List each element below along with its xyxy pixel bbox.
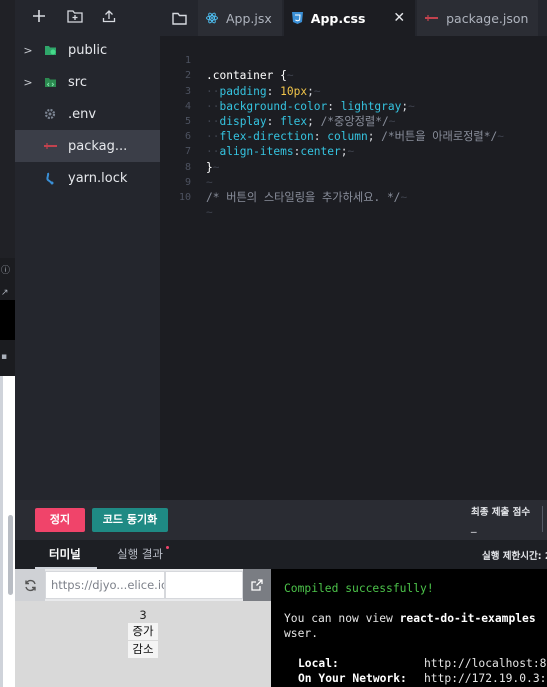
tree-item-package-json[interactable]: packag... [15,130,160,162]
scrollbar-thumb[interactable] [8,515,13,595]
stop-button[interactable]: 정지 [35,508,85,532]
tree-item-label: yarn.lock [68,170,128,186]
close-icon[interactable]: ✕ [393,10,405,26]
strip-icon: ↗ [1,288,9,298]
preview-app-container: 3 증가 감소 [15,601,271,687]
tab-label: 터미널 [49,547,81,561]
code-line: 6 ··align-items:center;~ [160,114,547,158]
terminal-local-label: Local: [298,657,339,670]
terminal-local-url: http://localhost:8 [424,657,547,670]
upload-icon[interactable] [102,9,116,23]
preview-url-input-extension[interactable] [165,571,243,599]
final-score-label: 최종 제출 점수 [471,507,531,518]
increase-button[interactable]: 증가 [128,623,158,640]
line-number: 10 [178,191,191,203]
final-score-value: _ [471,520,477,533]
terminal-view-line: You can now view react-do-it-examples [284,612,536,625]
code-line: 2 ··padding: 10px;~ [160,53,547,97]
json-icon [425,14,439,22]
explorer-toolbar [15,0,160,32]
preview-pane: https://djyo...elice.io/ 3 증가 감소 [15,569,271,687]
code-line: 9 /* 버튼의 스타일링을 추가하세요. */~ [160,160,547,204]
tab-label: 실행 결과 [117,547,163,561]
folder-public-icon [43,43,57,57]
code-line: 7 }~ [160,129,547,173]
editor-tabs: App.jsx App.css ✕ package.json [160,0,547,36]
code-line: 1 .container {~ [160,38,547,82]
strip-top [0,0,15,258]
tree-item-env[interactable]: .env [15,98,160,130]
code-sync-button[interactable]: 코드 동기화 [92,508,168,532]
refresh-icon[interactable] [15,569,45,601]
terminal-compiled-line: Compiled successfully! [284,582,434,595]
terminal-text: You can now view [284,612,400,625]
code-line: 3 ··background-color: lightgray;~ [160,68,547,113]
folder-src-icon [43,75,57,89]
ide-window: { "explorer": { "items": [ {"name": "pub… [0,0,547,687]
code-content[interactable]: 1 .container {~ 2 ··padding: 10px;~ 3 ··… [160,38,547,219]
chevron-right-icon: > [23,75,33,89]
css-comment: /* 버튼의 스타일링을 추가하세요. */ [206,190,401,204]
terminal-network-label: On Your Network: [298,672,407,685]
tab-run-result[interactable]: 실행 결과 [117,540,169,569]
react-icon [206,12,218,24]
tree-item-public[interactable]: > public [15,34,160,66]
yarn-icon [43,171,57,185]
code-line: 8 ~ [160,144,547,189]
tree-item-src[interactable]: > src [15,66,160,98]
code-editor: App.jsx App.css ✕ package.json 1 .contai… [160,0,547,500]
terminal-network-url: http://172.19.0.3: [424,672,547,685]
tree-item-yarn-lock[interactable]: yarn.lock [15,162,160,194]
tab-terminal[interactable]: 터미널 [35,540,97,569]
tree-item-label: packag... [68,138,128,154]
code-line: 5 ··flex-direction: column; /*버튼을 아래로정렬*… [160,99,547,143]
divider [542,506,543,532]
strip-icon: ⓘ [1,266,11,276]
new-file-icon[interactable] [32,9,46,23]
tree-item-label: public [68,42,108,58]
tab-label: App.css [310,10,366,26]
file-explorer: > public > src .env packag... yarn.lock [15,0,160,500]
tab-package-json[interactable]: package.json [417,0,539,36]
terminal-text: wser. [284,627,319,640]
action-bar: 정지 코드 동기화 최종 제출 점수 _ [15,500,547,540]
counter-value: 3 [139,608,147,622]
notification-dot [165,546,169,549]
tab-label: App.jsx [226,10,272,26]
left-activity-strip: ⓘ ↗ ▪ [0,0,15,687]
css-icon [291,12,303,24]
tree-item-label: .env [68,106,97,122]
tab-label: package.json [446,10,529,26]
terminal-app-name: react-do-it-examples [399,612,536,625]
code-line: 4 ··display: flex; /*중앙정렬*/~ [160,84,547,128]
tab-app-css[interactable]: App.css ✕ [283,0,416,36]
tree-item-label: src [68,74,87,90]
strip-icon: ▪ [1,352,8,362]
chevron-right-icon: > [23,43,33,57]
decrease-button[interactable]: 감소 [128,641,158,658]
open-external-icon[interactable] [243,569,271,601]
tab-app-jsx[interactable]: App.jsx [198,0,282,36]
preview-url-input[interactable]: https://djyo...elice.io/ [45,571,165,599]
new-folder-icon[interactable] [67,9,83,23]
strip-edge [0,376,3,687]
json-file-icon [43,139,57,153]
folder-icon[interactable] [160,0,198,36]
time-limit-label: 실행 제한시간: 2 [482,551,547,562]
gear-icon [43,107,57,121]
terminal[interactable]: Compiled successfully! You can now view … [271,569,547,687]
preview-address-bar: https://djyo...elice.io/ [15,569,271,601]
strip-dark-block [0,300,15,340]
code-line: 10 ~ [160,175,547,219]
panel-tabs: 터미널 실행 결과 실행 제한시간: 2 [15,540,547,569]
